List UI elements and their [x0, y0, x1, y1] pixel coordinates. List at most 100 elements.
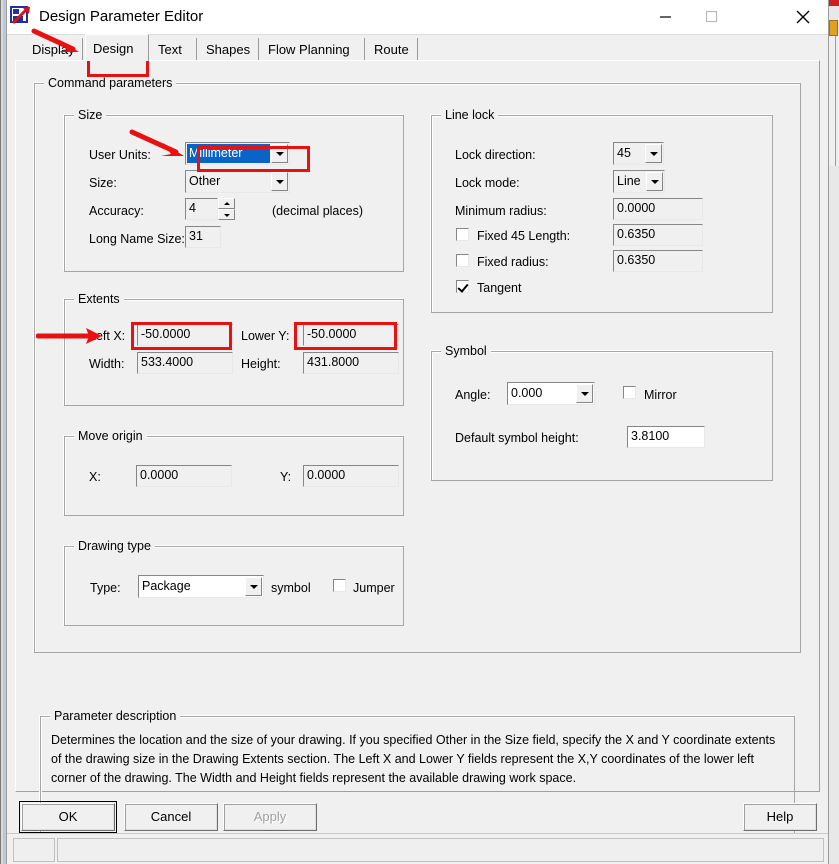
- help-button[interactable]: Help: [743, 803, 817, 831]
- lock-direction-label: Lock direction:: [455, 148, 536, 162]
- move-origin-legend: Move origin: [74, 429, 147, 443]
- mirror-label: Mirror: [644, 388, 677, 402]
- command-parameters-legend: Command parameters: [44, 76, 177, 90]
- window-title: Design Parameter Editor: [39, 8, 204, 25]
- lock-mode-combo[interactable]: Line: [613, 170, 665, 193]
- tab-strip: Display Design Text Shapes Flow Planning…: [7, 34, 828, 62]
- maximize-icon: [706, 10, 718, 22]
- user-units-value: Millimeter: [187, 144, 270, 163]
- lock-mode-label: Lock mode:: [455, 176, 520, 190]
- minimize-icon: [660, 15, 671, 18]
- move-origin-y-input[interactable]: 0.0000: [303, 465, 399, 487]
- symbol-legend: Symbol: [441, 344, 491, 358]
- width-label: Width:: [89, 357, 125, 371]
- parameter-description-legend: Parameter description: [50, 709, 181, 723]
- size-combo[interactable]: Other: [185, 170, 290, 193]
- line-lock-group: Line lock Lock direction: 45 Lock mode: …: [431, 108, 773, 313]
- fixed-radius-label: Fixed radius:: [477, 255, 549, 269]
- angle-value: 0.000: [511, 386, 543, 400]
- lock-direction-combo[interactable]: 45: [613, 142, 664, 165]
- move-origin-y-label: Y:: [280, 470, 292, 484]
- tab-design[interactable]: Design: [85, 34, 149, 61]
- width-input[interactable]: 533.4000: [137, 352, 233, 374]
- background-app-yellow-marker: [829, 20, 838, 36]
- tab-shapes[interactable]: Shapes: [199, 38, 259, 61]
- lock-direction-value: 45: [617, 146, 631, 160]
- left-x-input[interactable]: -50.0000: [137, 324, 233, 346]
- design-tab-page: Command parameters Size User Units: Mill…: [15, 60, 820, 836]
- cancel-button[interactable]: Cancel: [124, 803, 218, 831]
- fixed-radius-input[interactable]: 0.6350: [613, 250, 703, 272]
- maximize-button[interactable]: [689, 0, 735, 33]
- default-symbol-height-label: Default symbol height:: [455, 431, 579, 445]
- move-origin-group: Move origin X: 0.0000 Y: 0.0000: [64, 429, 404, 516]
- minimum-radius-input[interactable]: 0.0000: [613, 198, 703, 220]
- extents-legend: Extents: [74, 292, 124, 306]
- drawing-type-symbol-label: symbol: [271, 581, 311, 595]
- angle-label: Angle:: [455, 388, 491, 402]
- height-label: Height:: [241, 357, 281, 371]
- jumper-checkbox[interactable]: [333, 579, 346, 592]
- accuracy-stepper[interactable]: [218, 198, 235, 220]
- app-icon: [10, 5, 32, 27]
- lower-y-input[interactable]: -50.0000: [303, 324, 399, 346]
- chevron-down-icon[interactable]: [645, 144, 662, 163]
- fixed-45-length-checkbox[interactable]: [456, 228, 469, 241]
- line-lock-legend: Line lock: [441, 108, 499, 122]
- lower-y-label: Lower Y:: [241, 329, 290, 343]
- close-button[interactable]: [780, 0, 826, 33]
- tab-display[interactable]: Display: [25, 38, 83, 61]
- accuracy-suffix-label: (decimal places): [272, 204, 364, 218]
- stepper-down-icon: [218, 209, 235, 220]
- accuracy-input[interactable]: 4: [185, 198, 218, 220]
- chevron-down-icon[interactable]: [245, 577, 262, 596]
- status-bar-cell-left: [13, 838, 55, 862]
- design-parameter-editor-dialog: Design Parameter Editor Display Design T…: [6, 0, 829, 864]
- mirror-checkbox[interactable]: [623, 386, 636, 399]
- ok-button[interactable]: OK: [19, 801, 117, 833]
- extents-group: Extents Left X: -50.0000 Lower Y: -50.00…: [64, 292, 404, 406]
- drawing-type-combo[interactable]: Package: [138, 575, 264, 598]
- fixed-45-length-label: Fixed 45 Length:: [477, 229, 571, 243]
- close-icon: [796, 10, 810, 23]
- drawing-type-value: Package: [142, 579, 191, 593]
- drawing-type-group: Drawing type Type: Package symbol Jumper: [64, 539, 404, 626]
- move-origin-x-input[interactable]: 0.0000: [136, 465, 232, 487]
- size-group: Size User Units: Millimeter Size: Other …: [64, 108, 404, 272]
- background-app-scroll-edge: [829, 36, 839, 166]
- user-units-combo[interactable]: Millimeter: [185, 142, 290, 165]
- background-app-red-marker: [829, 0, 839, 6]
- height-input[interactable]: 431.8000: [303, 352, 399, 374]
- status-bar: [7, 833, 828, 864]
- tab-text[interactable]: Text: [151, 38, 197, 61]
- tab-flow-planning[interactable]: Flow Planning: [261, 38, 365, 61]
- left-x-label: Left X:: [89, 329, 126, 343]
- size-legend: Size: [74, 108, 107, 122]
- title-bar: Design Parameter Editor: [7, 0, 828, 35]
- fixed-45-length-input[interactable]: 0.6350: [613, 224, 703, 246]
- apply-button: Apply: [223, 803, 317, 831]
- chevron-down-icon[interactable]: [271, 172, 288, 191]
- lock-mode-value: Line: [617, 174, 641, 188]
- move-origin-x-label: X:: [89, 470, 101, 484]
- long-name-size-label: Long Name Size:: [89, 232, 185, 246]
- long-name-size-input[interactable]: 31: [185, 226, 221, 248]
- chevron-down-icon[interactable]: [271, 144, 288, 163]
- size-label: Size:: [89, 176, 117, 190]
- size-value: Other: [189, 174, 221, 188]
- user-units-label: User Units:: [89, 148, 151, 162]
- fixed-radius-checkbox[interactable]: [456, 254, 469, 267]
- chevron-down-icon[interactable]: [576, 384, 593, 403]
- minimum-radius-label: Minimum radius:: [455, 204, 547, 218]
- symbol-group: Symbol Angle: 0.000 Mirror Default symbo…: [431, 344, 773, 481]
- angle-combo[interactable]: 0.000: [507, 382, 595, 405]
- chevron-down-icon[interactable]: [646, 172, 663, 191]
- jumper-label: Jumper: [353, 581, 395, 595]
- tab-route[interactable]: Route: [367, 38, 418, 61]
- drawing-type-legend: Drawing type: [74, 539, 155, 553]
- background-app-right-edge: [829, 0, 839, 864]
- default-symbol-height-input[interactable]: 3.8100: [627, 426, 705, 448]
- minimize-button[interactable]: [643, 0, 689, 33]
- tangent-checkbox[interactable]: [456, 280, 469, 293]
- stepper-up-icon: [218, 198, 235, 209]
